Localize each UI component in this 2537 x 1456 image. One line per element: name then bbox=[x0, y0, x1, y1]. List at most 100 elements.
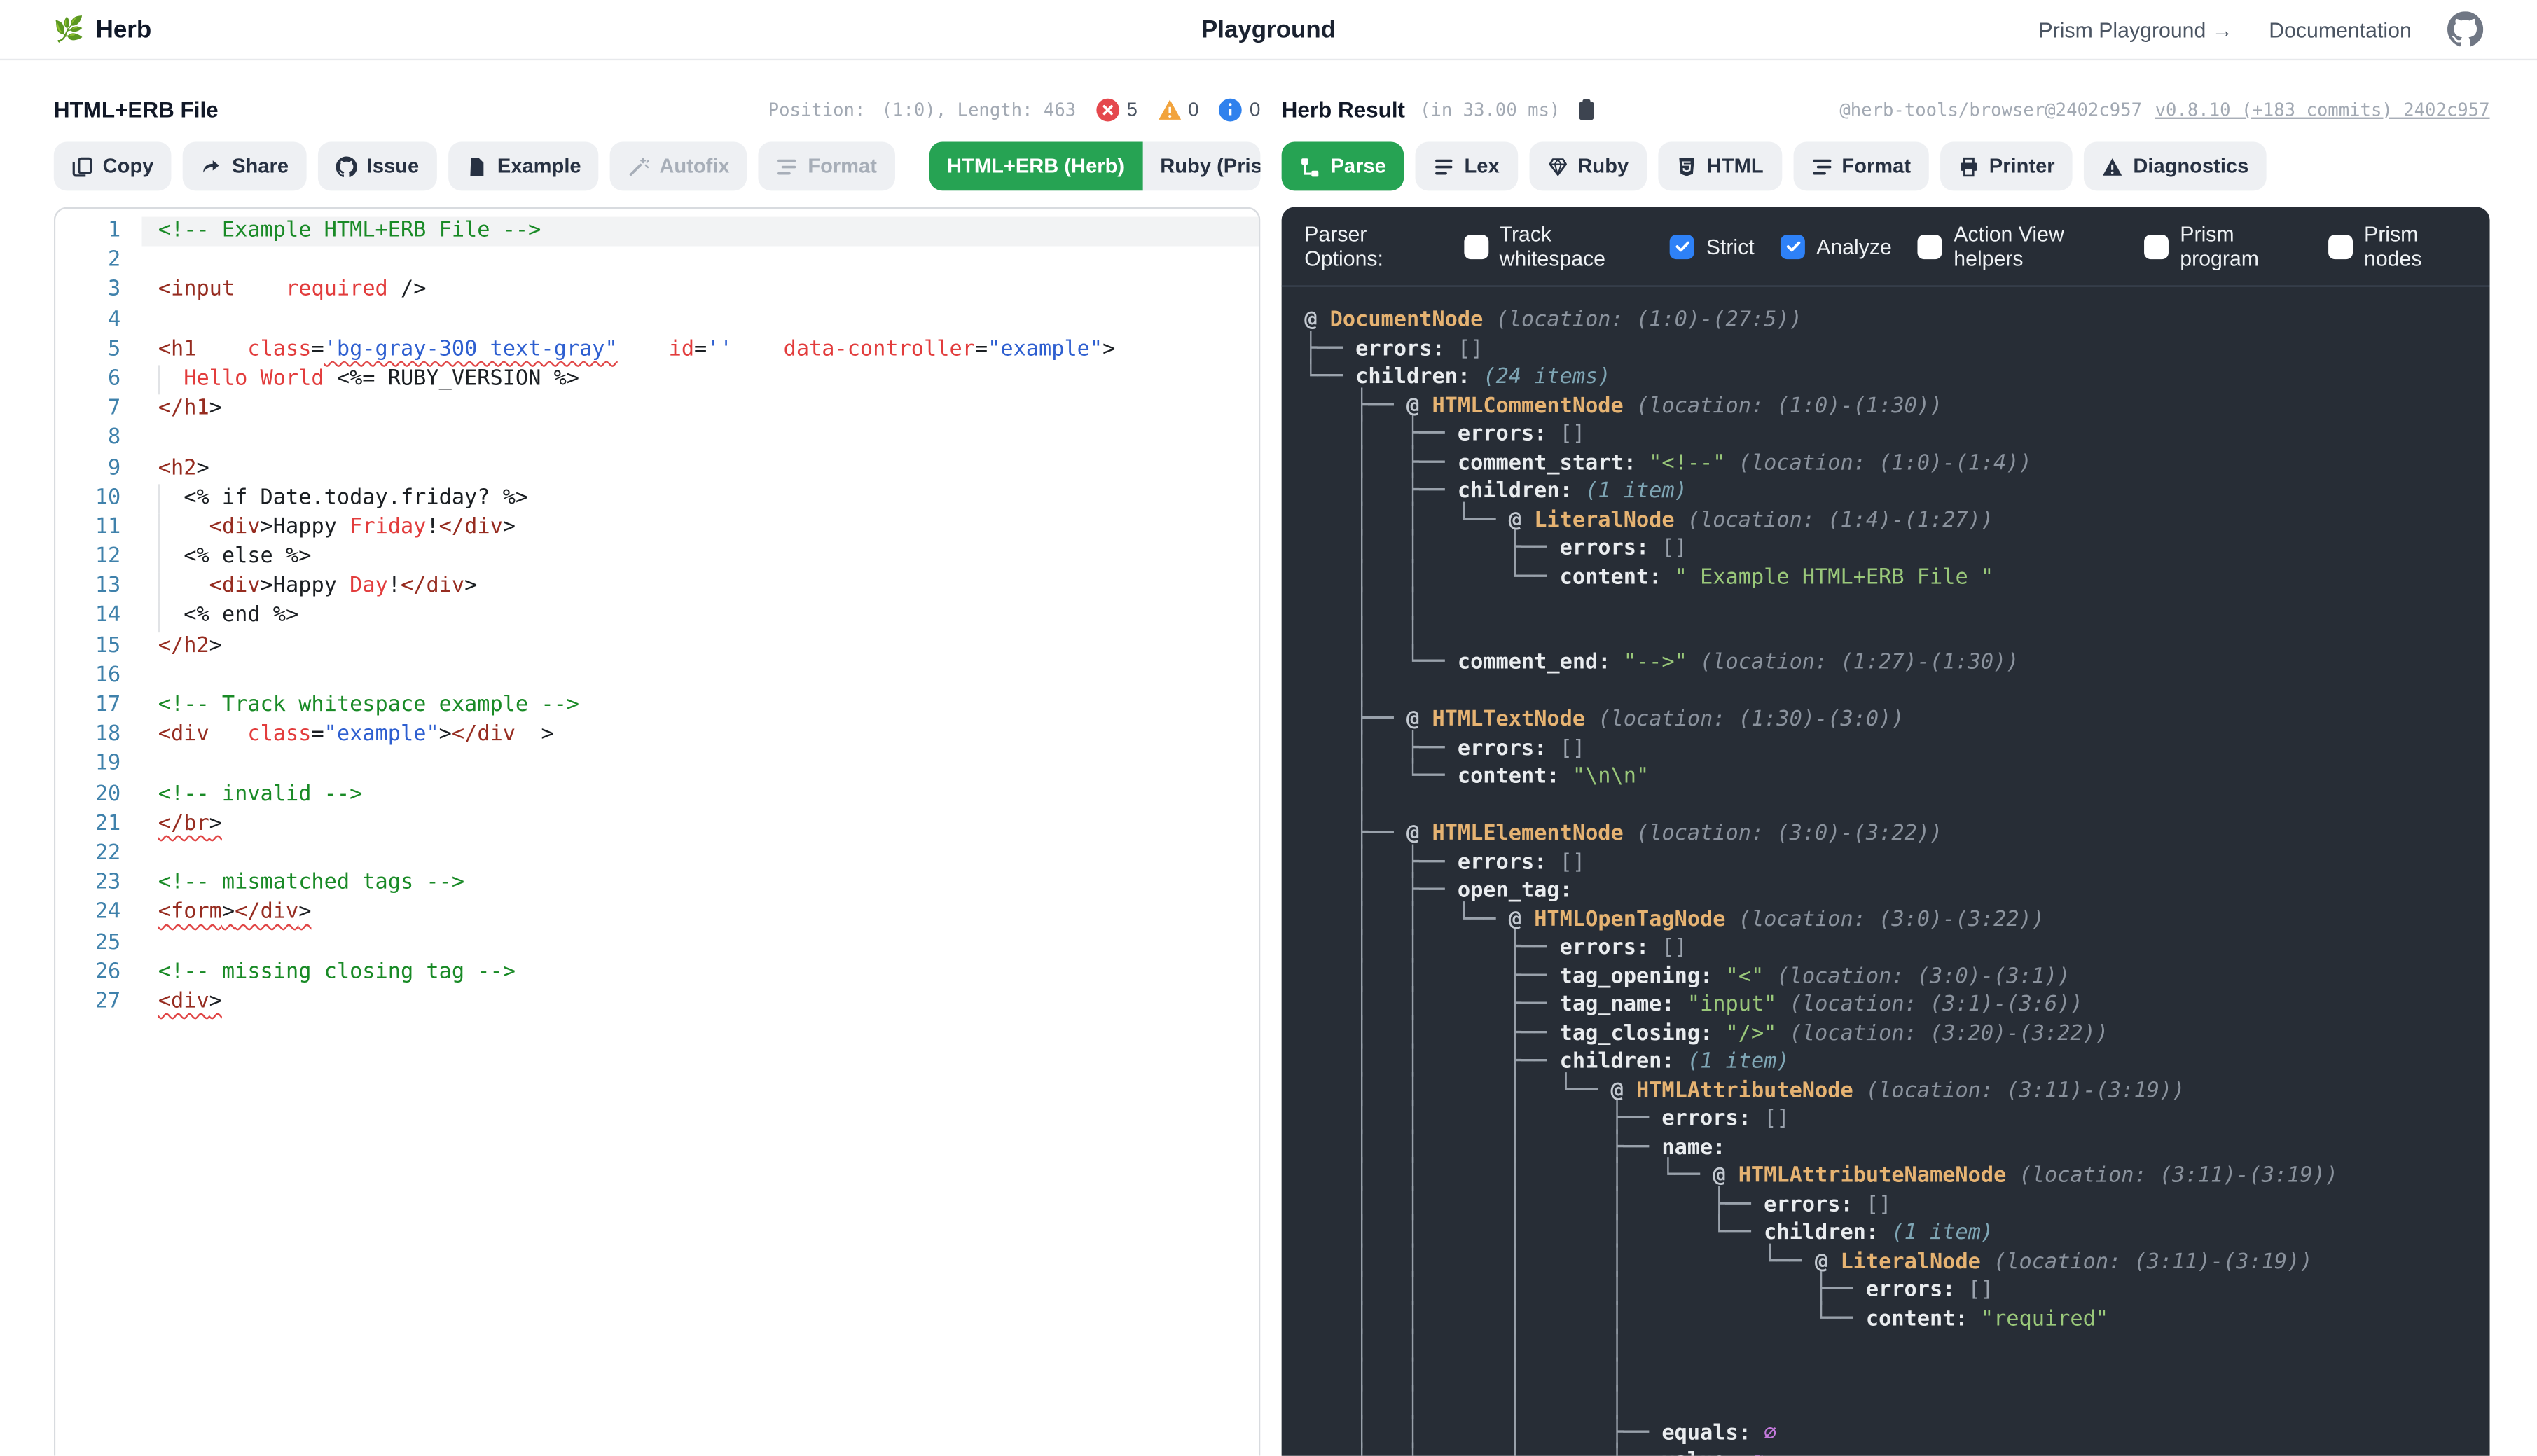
code-line-12[interactable]: 12 <% else %> bbox=[55, 543, 1259, 572]
checkbox-prism-nodes-unchecked[interactable] bbox=[2328, 234, 2353, 258]
tree-line: │ bbox=[1304, 791, 2489, 820]
line-content: </br> bbox=[142, 810, 1259, 839]
github-icon[interactable] bbox=[2447, 11, 2483, 47]
button-example[interactable]: Example bbox=[448, 142, 599, 191]
brand[interactable]: 🌿 Herb bbox=[54, 15, 151, 44]
line-content: <div>Happy Friday!</div> bbox=[142, 513, 1259, 543]
code-line-16[interactable]: 16 bbox=[55, 662, 1259, 691]
code-line-6[interactable]: 6 Hello World <%= RUBY_VERSION %> bbox=[55, 365, 1259, 394]
code-line-18[interactable]: 18<div class="example"></div > bbox=[55, 721, 1259, 750]
indent-guide bbox=[158, 484, 160, 513]
ast-tree[interactable]: @ DocumentNode (location: (1:0)-(27:5))├… bbox=[1282, 287, 2490, 1456]
line-number: 9 bbox=[55, 454, 141, 483]
version-link[interactable]: v0.8.10 (+183 commits) 2402c957 bbox=[2155, 99, 2490, 120]
line-content: <!-- Track whitespace example --> bbox=[142, 691, 1259, 721]
result-panel: Parser Options: Track whitespace Strict An… bbox=[1282, 207, 2490, 1456]
checkbox-prism-program-unchecked[interactable] bbox=[2144, 234, 2169, 258]
copy-result-button[interactable] bbox=[1575, 97, 1598, 122]
button-issue[interactable]: Issue bbox=[318, 142, 437, 191]
code-line-23[interactable]: 23<!-- mismatched tags --> bbox=[55, 869, 1259, 899]
code-line-22[interactable]: 22 bbox=[55, 840, 1259, 869]
code-line-14[interactable]: 14 <% end %> bbox=[55, 602, 1259, 632]
parser-options-label: Parser Options: bbox=[1304, 222, 1437, 271]
code-line-1[interactable]: 1<!-- Example HTML+ERB File --> bbox=[55, 217, 1259, 247]
button-parse[interactable]: Parse bbox=[1282, 142, 1404, 191]
link-prism-playground[interactable]: Prism Playground → bbox=[2039, 17, 2234, 41]
code-line-21[interactable]: 21</br> bbox=[55, 810, 1259, 839]
line-number: 25 bbox=[55, 929, 141, 958]
source-toolbar: Copy Share IssueExampleAutofixFormat HTML+E… bbox=[54, 142, 1261, 191]
line-number: 8 bbox=[55, 424, 141, 454]
code-line-13[interactable]: 13 <div>Happy Day!</div> bbox=[55, 573, 1259, 602]
line-number: 12 bbox=[55, 543, 141, 572]
line-content: </h2> bbox=[142, 632, 1259, 661]
result-panel-title: Herb Result bbox=[1282, 97, 1405, 122]
button-label: Diagnostics bbox=[2133, 155, 2248, 178]
button-format[interactable]: Format bbox=[759, 142, 894, 191]
source-panel-title: HTML+ERB File bbox=[54, 97, 219, 122]
error-icon bbox=[1095, 97, 1120, 122]
code-line-8[interactable]: 8 bbox=[55, 424, 1259, 454]
button-lex[interactable]: Lex bbox=[1416, 142, 1518, 191]
checkbox-analyze-checked[interactable] bbox=[1781, 234, 1805, 258]
option-analyze[interactable]: Analyze bbox=[1781, 234, 1892, 258]
checkbox-action-view-helpers-unchecked[interactable] bbox=[1918, 234, 1942, 258]
code-line-10[interactable]: 10 <% if Date.today.friday? %> bbox=[55, 484, 1259, 513]
wand-icon bbox=[628, 155, 649, 176]
button-html[interactable]: HTML bbox=[1658, 142, 1781, 191]
line-content: <% else %> bbox=[142, 543, 1259, 572]
option-label: Track whitespace bbox=[1500, 222, 1645, 271]
info-count: 0 bbox=[1250, 98, 1261, 121]
button-copy[interactable]: Copy bbox=[54, 142, 172, 191]
checkbox-strict-checked[interactable] bbox=[1671, 234, 1695, 258]
code-line-25[interactable]: 25 bbox=[55, 929, 1259, 958]
line-number: 21 bbox=[55, 810, 141, 839]
warning-icon bbox=[1157, 97, 1182, 122]
option-prism-nodes[interactable]: Prism nodes bbox=[2328, 222, 2467, 271]
button-autofix[interactable]: Autofix bbox=[611, 142, 748, 191]
code-line-20[interactable]: 20<!-- invalid --> bbox=[55, 780, 1259, 810]
source-column: HTML+ERB File Position: (1:0), Length: 4… bbox=[54, 60, 1261, 1456]
line-content: <div> bbox=[142, 987, 1259, 1017]
code-line-3[interactable]: 3<input required /> bbox=[55, 276, 1259, 305]
button-label: Share bbox=[232, 155, 289, 178]
line-content: <div class="example"></div > bbox=[142, 721, 1259, 750]
code-line-17[interactable]: 17<!-- Track whitespace example --> bbox=[55, 691, 1259, 721]
code-line-4[interactable]: 4 bbox=[55, 306, 1259, 335]
button-ruby[interactable]: Ruby bbox=[1529, 142, 1647, 191]
tree-line: @ DocumentNode (location: (1:0)-(27:5)) bbox=[1304, 307, 2489, 335]
line-content: <!-- invalid --> bbox=[142, 780, 1259, 810]
warning-icon bbox=[2102, 155, 2123, 176]
code-line-27[interactable]: 27<div> bbox=[55, 987, 1259, 1017]
code-line-11[interactable]: 11 <div>Happy Friday!</div> bbox=[55, 513, 1259, 543]
code-editor[interactable]: 1<!-- Example HTML+ERB File -->23<input … bbox=[54, 207, 1261, 1456]
code-line-19[interactable]: 19 bbox=[55, 751, 1259, 780]
button-printer[interactable]: Printer bbox=[1940, 142, 2073, 191]
option-prism-program[interactable]: Prism program bbox=[2144, 222, 2302, 271]
line-content bbox=[142, 247, 1259, 276]
checkbox-track-whitespace-unchecked[interactable] bbox=[1463, 234, 1488, 258]
error-count: 5 bbox=[1126, 98, 1138, 121]
code-line-2[interactable]: 2 bbox=[55, 247, 1259, 276]
line-content: <input required /> bbox=[142, 276, 1259, 305]
link-documentation[interactable]: Documentation bbox=[2269, 17, 2412, 41]
button-ruby-prism[interactable]: Ruby (Prism) bbox=[1142, 142, 1261, 191]
code-line-15[interactable]: 15</h2> bbox=[55, 632, 1259, 661]
button-label: Ruby (Prism) bbox=[1160, 155, 1260, 178]
button-diagnostics[interactable]: Diagnostics bbox=[2085, 142, 2267, 191]
code-lines: 1<!-- Example HTML+ERB File -->23<input … bbox=[55, 217, 1259, 1018]
line-number: 15 bbox=[55, 632, 141, 661]
code-line-24[interactable]: 24<form></div> bbox=[55, 899, 1259, 928]
code-line-5[interactable]: 5<h1 class='bg-gray-300 text-gray" id=''… bbox=[55, 335, 1259, 365]
line-content: <!-- mismatched tags --> bbox=[142, 869, 1259, 899]
option-track-whitespace[interactable]: Track whitespace bbox=[1463, 222, 1644, 271]
line-number: 16 bbox=[55, 662, 141, 691]
button-html-erb-herb[interactable]: HTML+ERB (Herb) bbox=[929, 142, 1142, 191]
code-line-26[interactable]: 26<!-- missing closing tag --> bbox=[55, 958, 1259, 987]
option-strict[interactable]: Strict bbox=[1671, 234, 1755, 258]
code-line-9[interactable]: 9<h2> bbox=[55, 454, 1259, 483]
button-share[interactable]: Share bbox=[183, 142, 306, 191]
code-line-7[interactable]: 7</h1> bbox=[55, 395, 1259, 424]
button-format[interactable]: Format bbox=[1793, 142, 1929, 191]
option-action-view-helpers[interactable]: Action View helpers bbox=[1918, 222, 2118, 271]
